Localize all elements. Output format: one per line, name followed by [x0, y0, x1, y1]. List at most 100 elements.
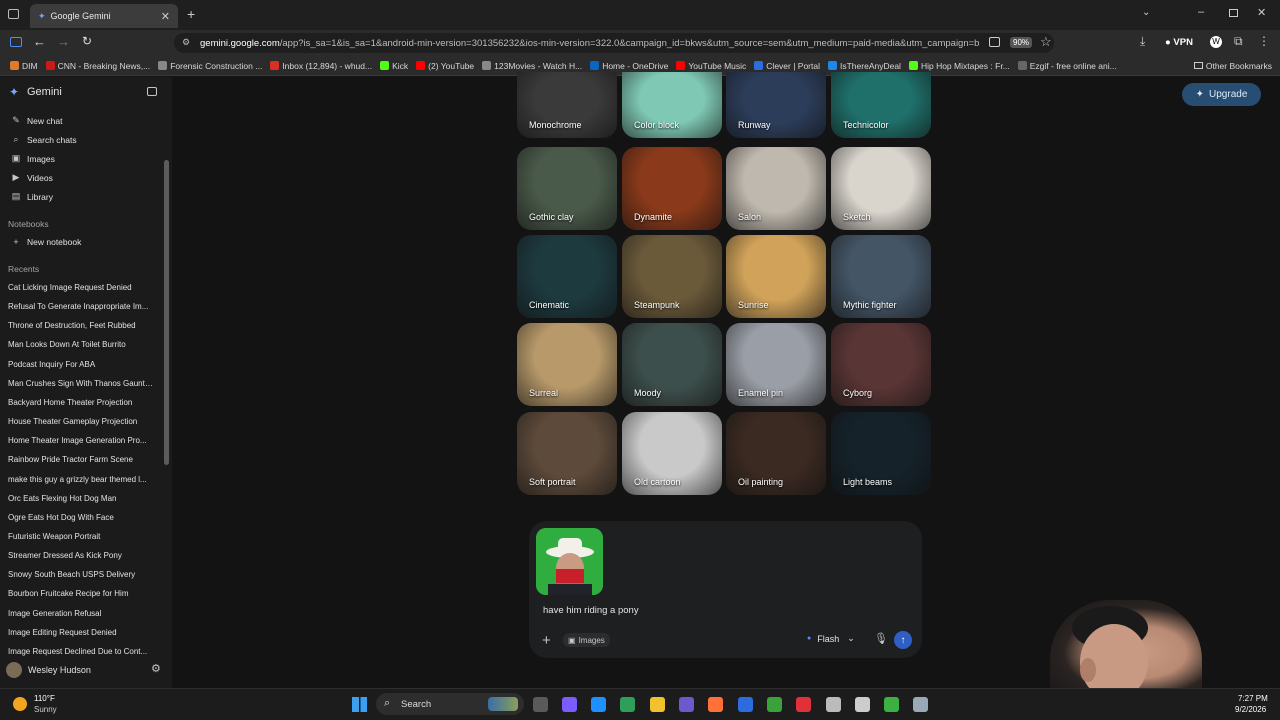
chrome-icon[interactable] [855, 697, 870, 712]
style-tile-monochrome[interactable]: Monochrome [517, 72, 617, 138]
new-notebook-button[interactable]: + New notebook [10, 237, 81, 247]
recent-chat-item[interactable]: Rainbow Pride Tractor Farm Scene [8, 455, 153, 464]
settings-gear-icon[interactable]: ⚙ [151, 662, 161, 675]
close-window-icon[interactable]: ✕ [1257, 6, 1266, 19]
copilot-icon[interactable] [562, 697, 577, 712]
sidebar-item-images[interactable]: ▣ Images [10, 153, 55, 164]
style-tile-color-block[interactable]: Color block [622, 72, 722, 138]
forward-icon[interactable]: → [57, 34, 70, 49]
style-tile-steampunk[interactable]: Steampunk [622, 235, 722, 318]
reload-icon[interactable]: ↻ [82, 34, 92, 48]
bookmark-item[interactable]: (2) YouTube [412, 61, 478, 71]
recent-chat-item[interactable]: Ogre Eats Hot Dog With Face [8, 513, 153, 522]
style-tile-surreal[interactable]: Surreal [517, 323, 617, 406]
style-tile-oil-painting[interactable]: Oil painting [726, 412, 826, 495]
install-app-icon[interactable] [989, 37, 1000, 47]
recent-chat-item[interactable]: Podcast Inquiry For ABA [8, 360, 153, 369]
edge-icon[interactable] [591, 697, 606, 712]
settings-icon[interactable] [826, 697, 841, 712]
style-tile-sketch[interactable]: Sketch [831, 147, 931, 230]
vpn-button[interactable]: ● VPN [1165, 37, 1193, 48]
zoom-badge[interactable]: 90% [1010, 37, 1033, 48]
attached-image-thumbnail[interactable] [536, 528, 603, 595]
site-info-icon[interactable]: ⚙ [182, 37, 190, 48]
app-icon[interactable] [884, 697, 899, 712]
bookmark-item[interactable]: Hip Hop Mixtapes : Fr... [905, 61, 1014, 71]
style-tile-cinematic[interactable]: Cinematic [517, 235, 617, 318]
recent-chat-item[interactable]: Snowy South Beach USPS Delivery [8, 570, 153, 579]
store-icon[interactable] [620, 697, 635, 712]
bookmark-item[interactable]: 123Movies - Watch H... [478, 61, 586, 71]
style-tile-sunrise[interactable]: Sunrise [726, 235, 826, 318]
sidebar-scrollbar[interactable] [164, 160, 169, 465]
add-attachment-icon[interactable]: + [542, 632, 551, 649]
style-tile-gothic-clay[interactable]: Gothic clay [517, 147, 617, 230]
sidebar-item-library[interactable]: ▤ Library [10, 191, 53, 202]
recent-chat-item[interactable]: Throne of Destruction, Feet Rubbed [8, 321, 153, 330]
taskbar-search[interactable]: ⌕ Search [376, 693, 524, 715]
style-tile-enamel-pin[interactable]: Enamel pin [726, 323, 826, 406]
bookmark-item[interactable]: IsThereAnyDeal [824, 61, 905, 71]
profile-w-icon[interactable]: W [1210, 36, 1222, 48]
media-player-icon[interactable] [796, 697, 811, 712]
prompt-input[interactable]: have him riding a pony [543, 605, 639, 616]
discord-icon[interactable] [679, 697, 694, 712]
url-field[interactable]: ⚙ gemini.google.com/app?is_sa=1&is_sa=1&… [174, 33, 1054, 53]
tab-list-chevron-icon[interactable]: ⌄ [1142, 7, 1150, 18]
weather-sun-icon[interactable] [13, 697, 27, 711]
other-bookmarks[interactable]: Other Bookmarks [1190, 61, 1280, 71]
maximize-icon[interactable] [1229, 9, 1238, 17]
recent-chat-item[interactable]: Image Request Declined Due to Cont... [8, 647, 153, 656]
recent-chat-item[interactable]: Image Generation Refusal [8, 609, 153, 618]
recent-chat-item[interactable]: Man Looks Down At Toilet Burrito [8, 340, 153, 349]
send-button[interactable]: ↑ [894, 631, 912, 649]
style-tile-mythic-fighter[interactable]: Mythic fighter [831, 235, 931, 318]
firefox-icon[interactable] [708, 697, 723, 712]
bookmark-item[interactable]: Forensic Construction ... [154, 61, 266, 71]
bookmark-item[interactable]: Ezgif - free online ani... [1014, 61, 1121, 71]
style-tile-runway[interactable]: Runway [726, 72, 826, 138]
tab-actions-icon[interactable] [8, 9, 19, 19]
snipping-tool-icon[interactable] [913, 697, 928, 712]
images-tool-chip[interactable]: ▣ Images [563, 633, 610, 647]
recent-chat-item[interactable]: Backyard Home Theater Projection [8, 398, 153, 407]
steam-icon[interactable] [738, 697, 753, 712]
bookmark-star-icon[interactable]: ☆ [1040, 34, 1052, 50]
style-tile-salon[interactable]: Salon [726, 147, 826, 230]
clock-date[interactable]: 9/2/2026 [1235, 705, 1266, 714]
model-selector[interactable]: ● Flash ⌄ [807, 633, 855, 644]
style-tile-light-beams[interactable]: Light beams [831, 412, 931, 495]
style-tile-cyborg[interactable]: Cyborg [831, 323, 931, 406]
recent-chat-item[interactable]: Man Crushes Sign With Thanos Gauntl... [8, 379, 153, 388]
bookmark-item[interactable]: Kick [376, 61, 412, 71]
recent-chat-item[interactable]: Futuristic Weapon Portrait [8, 532, 153, 541]
bookmark-item[interactable]: Clever | Portal [750, 61, 824, 71]
clock-time[interactable]: 7:27 PM [1238, 694, 1268, 703]
task-view-icon[interactable] [533, 697, 548, 712]
style-tile-soft-portrait[interactable]: Soft portrait [517, 412, 617, 495]
minimize-icon[interactable]: – [1198, 6, 1204, 18]
extensions-icon[interactable]: ⧉ [1234, 34, 1243, 49]
collapse-sidebar-icon[interactable] [147, 87, 157, 96]
bookmark-item[interactable]: CNN - Breaking News,... [42, 61, 155, 71]
style-tile-technicolor[interactable]: Technicolor [831, 72, 931, 138]
sidebar-toggle-icon[interactable] [10, 37, 22, 47]
microphone-icon[interactable]: 🎙 [874, 632, 888, 645]
sidebar-item-search-chats[interactable]: ⌕ Search chats [10, 134, 76, 145]
sidebar-item-videos[interactable]: ▶ Videos [10, 172, 53, 183]
close-tab-icon[interactable]: ✕ [161, 10, 170, 23]
file-explorer-icon[interactable] [650, 697, 665, 712]
sidebar-item-new-chat[interactable]: ✎ New chat [10, 115, 62, 126]
tab-gemini[interactable]: ✦ Google Gemini ✕ [30, 4, 178, 28]
recent-chat-item[interactable]: Home Theater Image Generation Pro... [8, 436, 153, 445]
back-icon[interactable]: ← [33, 34, 46, 49]
recent-chat-item[interactable]: House Theater Gameplay Projection [8, 417, 153, 426]
recent-chat-item[interactable]: Orc Eats Flexing Hot Dog Man [8, 494, 153, 503]
style-tile-moody[interactable]: Moody [622, 323, 722, 406]
windows-start-icon[interactable] [352, 697, 367, 712]
recent-chat-item[interactable]: Streamer Dressed As Kick Pony [8, 551, 153, 560]
bookmark-item[interactable]: DIM [6, 61, 42, 71]
xbox-icon[interactable] [767, 697, 782, 712]
download-icon[interactable]: ⤓ [1140, 34, 1145, 49]
bookmark-item[interactable]: YouTube Music [672, 61, 750, 71]
